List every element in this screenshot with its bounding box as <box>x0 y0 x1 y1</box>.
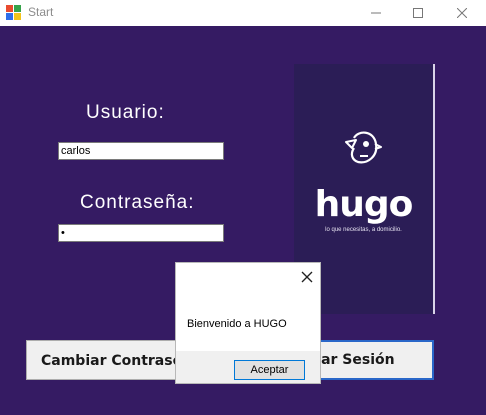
message-dialog: Bienvenido a HUGO Aceptar <box>175 262 321 384</box>
dialog-message: Bienvenido a HUGO <box>187 318 287 330</box>
maximize-button[interactable] <box>396 0 440 26</box>
minimize-button[interactable] <box>354 0 398 26</box>
brand-tagline: lo que necesitas, a domicilio. <box>325 227 402 233</box>
close-icon <box>457 8 467 18</box>
maximize-icon <box>413 8 423 18</box>
ok-button[interactable]: Aceptar <box>234 360 305 380</box>
password-input[interactable]: • <box>58 224 224 242</box>
username-label: Usuario: <box>86 102 165 123</box>
dialog-close-button[interactable] <box>300 269 314 283</box>
close-icon <box>301 271 313 283</box>
dialog-footer: Aceptar <box>176 351 320 383</box>
close-button[interactable] <box>440 0 484 26</box>
minimize-icon <box>371 12 381 14</box>
window-title: Start <box>28 5 54 19</box>
app-icon <box>6 5 22 21</box>
title-bar[interactable]: Start <box>0 0 486 26</box>
login-button[interactable]: Iniciar Sesión <box>308 340 434 380</box>
username-input[interactable]: carlos <box>58 142 224 160</box>
brand-name: hugo <box>314 184 414 225</box>
bird-logo-icon <box>345 131 382 164</box>
change-password-button[interactable]: Cambiar Contrase <box>26 340 186 380</box>
password-label: Contraseña: <box>80 192 195 213</box>
change-password-label: Cambiar Contrase <box>41 353 183 369</box>
